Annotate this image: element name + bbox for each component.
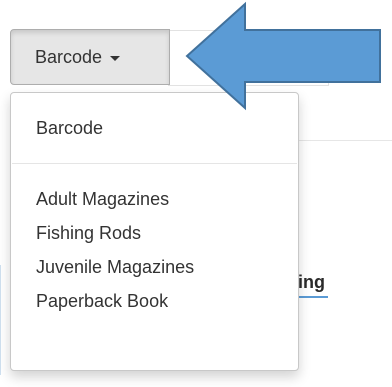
- page: ing Barcode Barcode Adult Magazines Fish…: [0, 0, 392, 387]
- right-pointing-arrow-icon: [185, 1, 381, 111]
- pointer-arrow-graphic: [185, 1, 381, 111]
